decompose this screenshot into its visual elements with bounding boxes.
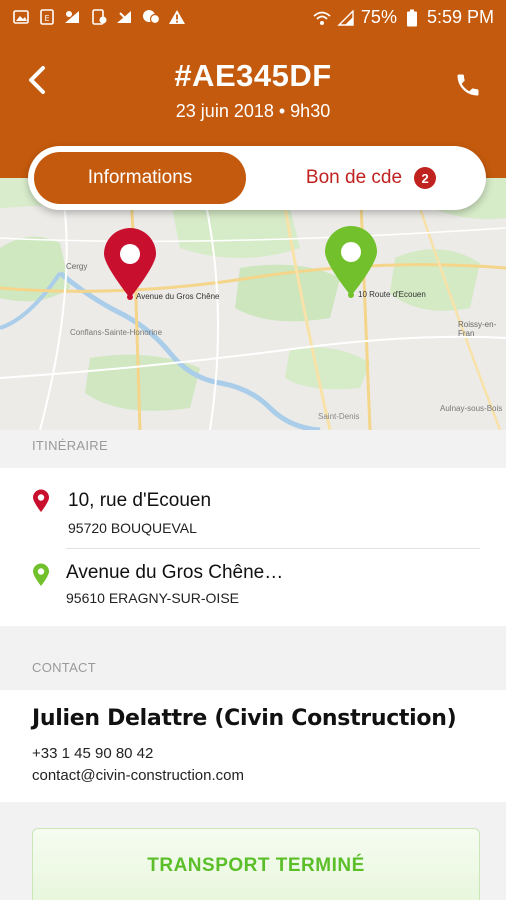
notification-icons: E [12, 8, 186, 26]
cell-signal-icon [337, 9, 355, 27]
messages-icon [142, 8, 160, 26]
town-label-cergy: Cergy [66, 262, 88, 271]
gallery-icon [12, 8, 30, 26]
page-subtitle: 23 juin 2018 • 9h30 [175, 101, 331, 121]
itinerary-section-label: ITINÉRAIRE [32, 438, 108, 453]
contact-phone[interactable]: +33 1 45 90 80 42 [32, 745, 153, 762]
contact-section-label: CONTACT [32, 660, 96, 675]
red-location-pin-icon [33, 489, 49, 512]
stop-2-street: Avenue du Gros Chêne… [66, 562, 284, 583]
svg-text:E: E [44, 14, 49, 23]
phone-icon [457, 74, 479, 96]
tab-bon-de-cde-label: Bon de cde [305, 167, 403, 188]
contact-card: Julien Delattre (Civin Construction) +33… [0, 690, 506, 802]
contact-name: Julien Delattre (Civin Construction) [32, 706, 457, 731]
stop-1-street: 10, rue d'Ecouen [68, 490, 212, 511]
route-map[interactable]: Avenue du Gros Chêne 10 Route d'Ecouen C… [0, 178, 506, 430]
contact-email[interactable]: contact@civin-construction.com [32, 767, 244, 784]
battery-icon [403, 9, 421, 27]
town-label-saint-denis: Saint-Denis [318, 412, 360, 421]
itinerary-stop-2[interactable]: Avenue du Gros Chêne… 95610 ERAGNY-SUR-O… [0, 550, 506, 624]
destination-map-label: 10 Route d'Ecouen [358, 290, 426, 299]
map-canvas [0, 178, 506, 430]
clock: 5:59 PM [426, 7, 494, 27]
transport-done-button[interactable]: TRANSPORT TERMINÉ [32, 828, 480, 900]
green-location-pin-icon [33, 563, 49, 586]
warning-icon [168, 8, 186, 26]
stop-1-city: 95720 BOUQUEVAL [68, 520, 197, 536]
device-icon [90, 8, 108, 26]
tab-bon-de-cde[interactable]: Bon de cde 2 [266, 152, 476, 204]
call-button[interactable] [452, 68, 484, 102]
phone-screen-icon: E [38, 8, 56, 26]
signal-off-icon [116, 8, 134, 26]
status-bar: E 75% 5:59 PM [0, 0, 506, 36]
wifi-call-icon [64, 8, 82, 26]
stop-divider [66, 548, 480, 549]
system-status: 75% 5:59 PM [313, 7, 494, 28]
town-label-conflans: Conflans-Sainte-Honorine [70, 328, 163, 337]
wifi-icon [313, 9, 331, 27]
notification-badge: 2 [414, 167, 437, 189]
origin-map-label: Avenue du Gros Chêne [136, 292, 220, 301]
itinerary-stop-1[interactable]: 10, rue d'Ecouen 95720 BOUQUEVAL [0, 476, 506, 550]
stop-2-city: 95610 ERAGNY-SUR-OISE [66, 590, 239, 606]
tab-informations[interactable]: Informations [34, 152, 246, 204]
itinerary-card: 10, rue d'Ecouen 95720 BOUQUEVAL Avenue … [0, 468, 506, 626]
town-label-aulnay: Aulnay-sous-Bois [440, 404, 503, 413]
town-label-roissy: Roissy-en-Fran [458, 320, 497, 338]
screen: E 75% 5:59 PM #AE345DF 23 juin 2018 • 9h… [0, 0, 506, 900]
battery-percent: 75% [360, 7, 397, 27]
page-title: #AE345DF [174, 58, 332, 93]
tab-bar: Informations Bon de cde 2 [28, 146, 486, 210]
